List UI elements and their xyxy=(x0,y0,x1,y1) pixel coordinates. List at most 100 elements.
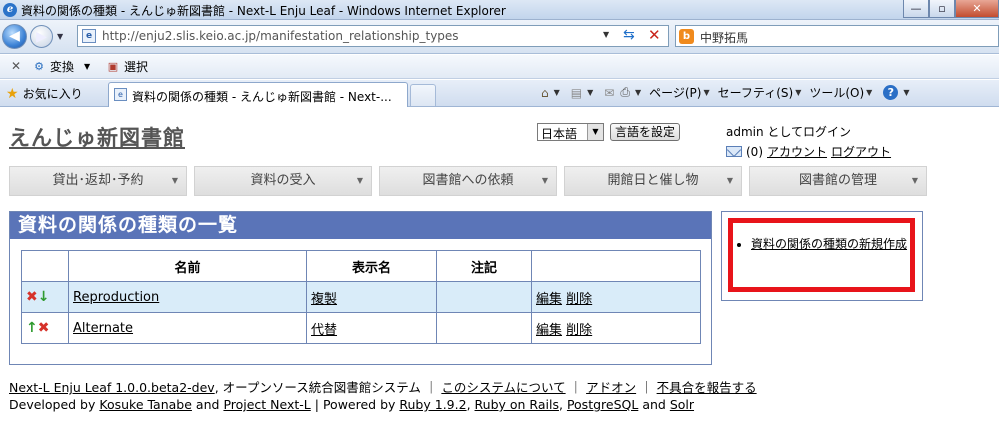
header-note: 注記 xyxy=(436,250,532,282)
footer-report-link[interactable]: 不具合を報告する xyxy=(657,380,757,395)
delete-link[interactable]: 削除 xyxy=(566,323,592,338)
menu-label: 資料の受入 xyxy=(250,173,316,188)
footer-powered-by: | Powered by xyxy=(314,397,396,412)
move-up-icon[interactable]: ↑ xyxy=(26,320,38,336)
tools-dropdown-icon[interactable]: ▼ xyxy=(866,88,872,97)
display-name-link[interactable]: 複製 xyxy=(311,292,337,307)
table-row: ✖↓ Reproduction 複製 編集 削除 xyxy=(21,281,701,313)
tools-menu[interactable]: ツール(O) xyxy=(809,84,864,101)
messages-mail-icon[interactable] xyxy=(726,146,742,157)
sidebar: 資料の関係の種類の新規作成 xyxy=(721,211,923,301)
tab-current[interactable]: e 資料の関係の種類 - えんじゅ新図書館 - Next-... xyxy=(108,82,408,107)
footer-ruby-link[interactable]: Ruby 1.9.2 xyxy=(399,397,466,412)
site-title-link[interactable]: えんじゅ新図書館 xyxy=(9,122,185,152)
select-icon: ▣ xyxy=(107,59,119,73)
translate-icon: ⚙ xyxy=(34,59,44,73)
address-toolbar: ◀ ▶ ▼ e http://enju2.slis.keio.ac.jp/man… xyxy=(0,20,999,54)
footer-postgresql-link[interactable]: PostgreSQL xyxy=(567,397,638,412)
set-language-button[interactable]: 言語を設定 xyxy=(610,123,681,141)
page-dropdown-icon[interactable]: ▼ xyxy=(703,88,709,97)
page-menu[interactable]: ページ(P) xyxy=(649,84,701,101)
menu-administration[interactable]: 図書館の管理 ▼ xyxy=(749,166,927,196)
footer-and: and xyxy=(642,397,666,412)
help-icon[interactable]: ? xyxy=(883,85,899,100)
favorites-button[interactable]: ★ お気に入り xyxy=(6,85,83,102)
name-link[interactable]: Alternate xyxy=(73,321,133,336)
feeds-icon[interactable]: ▤ xyxy=(571,86,582,100)
footer-rails-link[interactable]: Ruby on Rails xyxy=(475,397,559,412)
search-box[interactable]: b 中野拓馬 xyxy=(675,25,999,47)
search-input[interactable]: 中野拓馬 xyxy=(700,29,748,46)
back-button[interactable]: ◀ xyxy=(2,24,27,49)
print-dropdown-icon[interactable]: ▼ xyxy=(635,88,641,97)
menu-dropdown-icon: ▼ xyxy=(911,176,918,185)
page-icon: e xyxy=(82,29,96,43)
footer-project-link[interactable]: Project Next-L xyxy=(223,397,310,412)
address-bar[interactable]: e http://enju2.slis.keio.ac.jp/manifesta… xyxy=(77,25,669,47)
search-provider-icon[interactable]: b xyxy=(679,29,694,44)
menu-circulation[interactable]: 貸出･返却･予約 ▼ xyxy=(9,166,187,196)
select-button[interactable]: ▣ 選択 xyxy=(106,58,148,75)
footer-author-link[interactable]: Kosuke Tanabe xyxy=(99,397,192,412)
print-icon[interactable]: ⎙ xyxy=(620,85,630,100)
maximize-button[interactable]: ▫ xyxy=(929,0,955,18)
safety-dropdown-icon[interactable]: ▼ xyxy=(795,88,801,97)
menu-requests[interactable]: 図書館への依頼 ▼ xyxy=(379,166,557,196)
delete-link[interactable]: 削除 xyxy=(566,292,592,307)
stop-icon[interactable]: ✕ xyxy=(648,26,661,44)
history-dropdown-icon[interactable]: ▼ xyxy=(57,32,63,41)
display-name-link[interactable]: 代替 xyxy=(311,323,337,338)
account-link[interactable]: アカウント xyxy=(767,143,827,160)
menu-dropdown-icon: ▼ xyxy=(171,176,178,185)
forward-button[interactable]: ▶ xyxy=(30,25,53,48)
menu-dropdown-icon: ▼ xyxy=(541,176,548,185)
footer-addon-link[interactable]: アドオン xyxy=(586,380,636,395)
language-dropdown-icon[interactable]: ▼ xyxy=(587,124,603,140)
new-relationship-type-link[interactable]: 資料の関係の種類の新規作成 xyxy=(751,237,907,251)
header-name: 名前 xyxy=(68,250,307,282)
feeds-dropdown-icon[interactable]: ▼ xyxy=(587,88,593,97)
close-button[interactable]: ✕ xyxy=(955,0,999,18)
edit-link[interactable]: 編集 xyxy=(536,292,562,307)
window-title: 資料の関係の種類 - えんじゅ新図書館 - Next-L Enju Leaf -… xyxy=(21,4,506,18)
mail-icon[interactable]: ✉ xyxy=(604,86,614,100)
convert-dropdown-icon[interactable]: ▼ xyxy=(84,62,90,71)
convert-button[interactable]: ⚙ 変換 ▼ xyxy=(32,58,90,75)
move-down-icon[interactable]: ↓ xyxy=(38,289,50,305)
refresh-icon[interactable]: ⇆ xyxy=(623,27,635,43)
menu-acquisition[interactable]: 資料の受入 ▼ xyxy=(194,166,372,196)
home-dropdown-icon[interactable]: ▼ xyxy=(554,88,560,97)
footer-comma: , xyxy=(558,397,563,412)
minimize-button[interactable]: — xyxy=(903,0,929,18)
menu-events[interactable]: 開館日と催し物 ▼ xyxy=(564,166,742,196)
tab-page-icon: e xyxy=(114,88,127,101)
footer-desc: , オープンソース統合図書館システム ｜ xyxy=(214,380,438,395)
login-status: admin としてログイン xyxy=(726,125,852,139)
translate-toolbar: ✕ ⚙ 変換 ▼ ▣ 選択 xyxy=(0,55,999,79)
language-select[interactable]: 日本語 ▼ xyxy=(537,123,604,141)
footer-app-link[interactable]: Next-L Enju Leaf 1.0.0.beta2-dev xyxy=(9,380,215,395)
header-display-name: 表示名 xyxy=(306,250,437,282)
footer-line-2: Developed by Kosuke Tanabe and Project N… xyxy=(9,397,694,412)
name-link[interactable]: Reproduction xyxy=(73,290,159,305)
delete-x-icon[interactable]: ✖ xyxy=(26,289,38,305)
favorites-star-icon: ★ xyxy=(6,85,19,102)
delete-x-icon[interactable]: ✖ xyxy=(38,320,50,336)
home-icon[interactable]: ⌂ xyxy=(541,86,549,100)
relationship-types-panel: 資料の関係の種類の一覧 名前 表示名 注記 ✖↓ Reproduction 複製… xyxy=(9,211,712,365)
logout-link[interactable]: ログアウト xyxy=(831,143,891,160)
help-dropdown-icon[interactable]: ▼ xyxy=(903,88,909,97)
menu-dropdown-icon: ▼ xyxy=(726,176,733,185)
url-dropdown-icon[interactable]: ▼ xyxy=(603,30,609,39)
safety-menu[interactable]: セーフティ(S) xyxy=(718,84,794,101)
url-input[interactable]: http://enju2.slis.keio.ac.jp/manifestati… xyxy=(102,29,459,43)
footer-solr-link[interactable]: Solr xyxy=(670,397,694,412)
new-tab-button[interactable] xyxy=(410,84,436,106)
table-row: ↑✖ Alternate 代替 編集 削除 xyxy=(21,312,701,344)
tab-bar: ★ お気に入り e 資料の関係の種類 - えんじゅ新図書館 - Next-...… xyxy=(0,80,999,107)
edit-link[interactable]: 編集 xyxy=(536,323,562,338)
toolbar-close-icon[interactable]: ✕ xyxy=(11,59,21,73)
footer-about-link[interactable]: このシステムについて xyxy=(441,380,565,395)
footer-sep: ｜ xyxy=(640,380,653,395)
message-count: (0) xyxy=(746,144,763,159)
